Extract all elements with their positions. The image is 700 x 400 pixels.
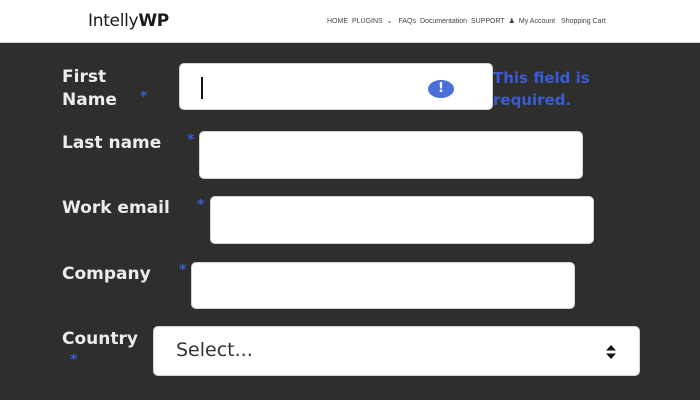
- work-email-field[interactable]: [210, 196, 594, 244]
- company-required-marker: *: [179, 262, 187, 278]
- last-name-input[interactable]: [200, 132, 582, 178]
- main-nav: HOME PLUGINS ⌄ FAQs Documentation SUPPOR…: [327, 17, 608, 25]
- nav-my-account[interactable]: ♟ My Account: [509, 18, 557, 25]
- text-cursor: [201, 77, 203, 99]
- first-name-error-line1: This field is: [493, 69, 590, 87]
- first-name-label-line2: Name: [62, 90, 117, 110]
- country-select-value: Select...: [176, 339, 253, 361]
- first-name-required-marker: *: [140, 89, 148, 105]
- first-name-error-message: This field is required.: [493, 67, 603, 111]
- updown-arrows-icon: [606, 345, 616, 359]
- first-name-label-line1: First: [62, 67, 107, 87]
- logo-text-light: Intelly: [88, 11, 139, 31]
- company-input[interactable]: [192, 263, 574, 308]
- company-field[interactable]: [191, 262, 575, 309]
- first-name-error-line2: required.: [493, 91, 572, 109]
- work-email-required-marker: *: [197, 197, 205, 213]
- nav-my-account-label: My Account: [518, 18, 556, 25]
- country-label: Country: [62, 329, 138, 349]
- site-header: IntellyWP HOME PLUGINS ⌄ FAQs Documentat…: [0, 0, 700, 43]
- nav-support[interactable]: SUPPORT: [471, 18, 505, 25]
- nav-documentation[interactable]: Documentation: [420, 18, 467, 25]
- work-email-input[interactable]: [211, 197, 593, 243]
- work-email-label: Work email: [62, 198, 170, 218]
- last-name-label: Last name: [62, 133, 162, 153]
- logo-text-bold: WP: [138, 11, 169, 31]
- user-icon: ♟: [508, 18, 515, 25]
- nav-plugins-label: PLUGINS: [351, 18, 383, 25]
- intellywp-logo[interactable]: IntellyWP: [88, 11, 169, 31]
- company-label: Company: [62, 264, 151, 284]
- chevron-down-icon: ⌄: [386, 18, 393, 25]
- first-name-field[interactable]: !: [179, 63, 493, 110]
- last-name-field[interactable]: [199, 131, 583, 179]
- last-name-required-marker: *: [187, 132, 195, 148]
- country-select[interactable]: Select...: [153, 326, 640, 376]
- nav-home[interactable]: HOME: [327, 18, 348, 25]
- nav-plugins[interactable]: PLUGINS ⌄: [352, 18, 395, 25]
- first-name-label: First Name: [62, 66, 117, 112]
- exclamation-icon: !: [428, 80, 454, 98]
- country-required-marker: *: [70, 352, 78, 368]
- nav-faqs[interactable]: FAQs: [398, 18, 416, 25]
- nav-shopping-cart[interactable]: Shopping Cart: [561, 18, 606, 25]
